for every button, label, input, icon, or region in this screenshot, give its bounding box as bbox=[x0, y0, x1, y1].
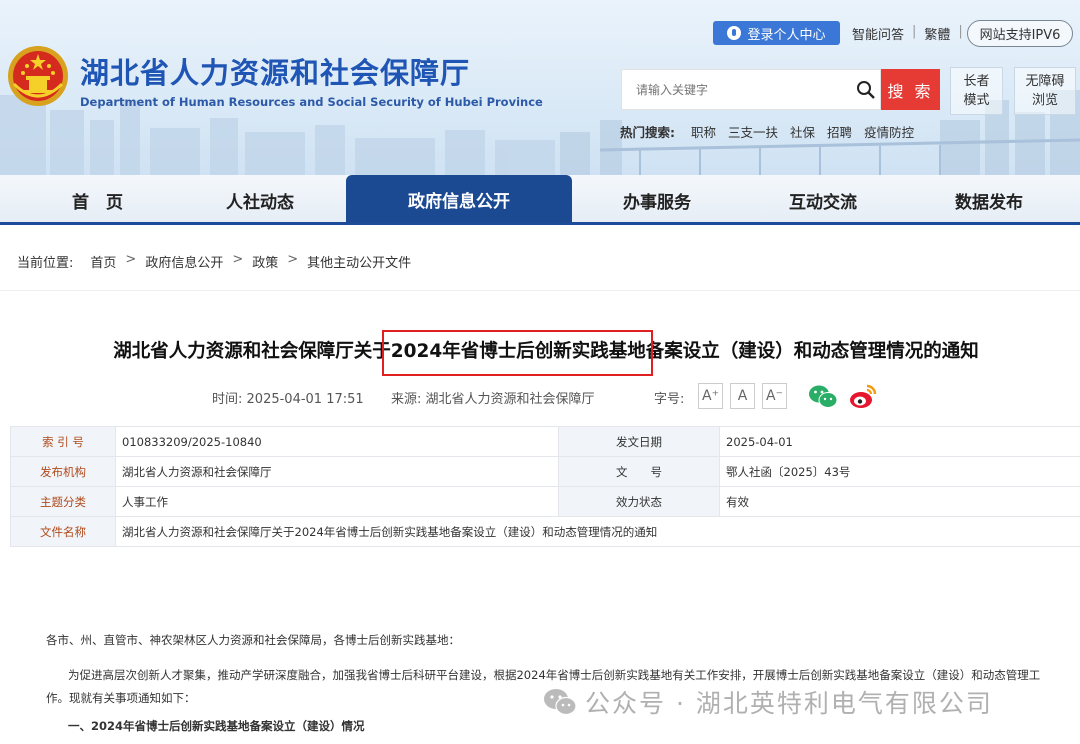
breadcrumb-label: 当前位置: bbox=[17, 256, 74, 271]
index-label: 索 引 号 bbox=[10, 426, 116, 457]
status-value: 有效 bbox=[719, 486, 1080, 517]
font-default-button[interactable]: A bbox=[730, 383, 755, 409]
site-subtitle: Department of Human Resources and Social… bbox=[80, 95, 543, 109]
accessible-line1: 无障碍 bbox=[1025, 74, 1065, 89]
source: 来源: 湖北省人力资源和社会保障厅 bbox=[391, 388, 595, 407]
topic-value: 人事工作 bbox=[115, 486, 559, 517]
nav-gov-info[interactable]: 政府信息公开 bbox=[346, 175, 572, 223]
index-value: 010833209/2025-10840 bbox=[115, 426, 559, 457]
weibo-share-icon[interactable] bbox=[848, 382, 878, 410]
nav-data-release[interactable]: 数据发布 bbox=[934, 175, 1044, 225]
hot-search: 热门搜索: 职称 三支一扶 社保 招聘 疫情防控 bbox=[620, 122, 914, 141]
publish-time: 时间: 2025-04-01 17:51 bbox=[212, 388, 364, 407]
hot-search-label: 热门搜索: bbox=[620, 125, 675, 140]
time-value: 2025-04-01 17:51 bbox=[246, 392, 364, 407]
hot-term[interactable]: 职称 bbox=[691, 122, 716, 141]
nav-services[interactable]: 办事服务 bbox=[602, 175, 712, 225]
search-button[interactable]: 搜 索 bbox=[881, 69, 940, 110]
breadcrumb-policy[interactable]: 政策 bbox=[252, 252, 278, 271]
topic-label: 主题分类 bbox=[10, 486, 116, 517]
source-value: 湖北省人力资源和社会保障厅 bbox=[425, 392, 595, 407]
elder-mode-line2: 模式 bbox=[963, 93, 990, 108]
divider: | bbox=[958, 24, 963, 39]
font-size-label: 字号: bbox=[654, 392, 685, 407]
accessible-browse-button[interactable]: 无障碍 浏览 bbox=[1014, 67, 1076, 115]
chevron-right-icon: > bbox=[287, 252, 299, 267]
salutation: 各市、州、直管市、神农架林区人力资源和社会保障局，各博士后创新实践基地： bbox=[46, 633, 460, 647]
breadcrumb-gov-info[interactable]: 政府信息公开 bbox=[145, 252, 223, 271]
top-links: 智能问答 | 繁體 | bbox=[852, 24, 963, 43]
wechat-share-icon[interactable] bbox=[808, 384, 838, 410]
site-header: 湖北省人力资源和社会保障厅 Department of Human Resour… bbox=[0, 0, 1080, 175]
breadcrumb-home[interactable]: 首页 bbox=[90, 252, 116, 271]
date-label: 发文日期 bbox=[558, 426, 720, 457]
time-label: 时间: bbox=[212, 392, 243, 407]
hot-term[interactable]: 招聘 bbox=[827, 122, 852, 141]
elder-mode-button[interactable]: 长者 模式 bbox=[950, 67, 1003, 115]
ipv6-badge[interactable]: 网站支持IPV6 bbox=[967, 20, 1073, 47]
watermark: 公众号 · 湖北英特利电气有限公司 bbox=[543, 684, 993, 720]
table-row: 发布机构 湖北省人力资源和社会保障厅 文 号 鄂人社函〔2025〕43号 bbox=[10, 456, 1080, 487]
filename-value: 湖北省人力资源和社会保障厅关于2024年省博士后创新实践基地备案设立（建设）和动… bbox=[115, 516, 1080, 547]
hot-term[interactable]: 三支一扶 bbox=[728, 122, 778, 141]
table-row: 索 引 号 010833209/2025-10840 发文日期 2025-04-… bbox=[10, 426, 1080, 457]
traditional-chinese-link[interactable]: 繁體 bbox=[924, 24, 950, 43]
org-label: 发布机构 bbox=[10, 456, 116, 487]
breadcrumb-other-files[interactable]: 其他主动公开文件 bbox=[307, 252, 411, 271]
table-row: 主题分类 人事工作 效力状态 有效 bbox=[10, 486, 1080, 517]
wechat-icon bbox=[544, 689, 577, 716]
font-increase-button[interactable]: A⁺ bbox=[698, 383, 723, 409]
highlight-annotation-box bbox=[382, 330, 653, 376]
watermark-text: 公众号 · 湖北英特利电气有限公司 bbox=[585, 689, 993, 718]
divider bbox=[0, 290, 1080, 291]
date-value: 2025-04-01 bbox=[719, 426, 1080, 457]
nav-home[interactable]: 首 页 bbox=[45, 175, 150, 225]
breadcrumb: 当前位置: 首页 > 政府信息公开 > 政策 > 其他主动公开文件 bbox=[17, 252, 411, 271]
elder-mode-line1: 长者 bbox=[963, 74, 990, 89]
nav-interaction[interactable]: 互动交流 bbox=[768, 175, 878, 225]
table-row: 文件名称 湖北省人力资源和社会保障厅关于2024年省博士后创新实践基地备案设立（… bbox=[10, 516, 1080, 547]
divider: | bbox=[912, 24, 917, 39]
filename-label: 文件名称 bbox=[10, 516, 116, 547]
nav-hr-news[interactable]: 人社动态 bbox=[205, 175, 315, 225]
national-emblem-logo bbox=[8, 46, 68, 106]
docno-value: 鄂人社函〔2025〕43号 bbox=[719, 456, 1080, 487]
login-label: 登录个人中心 bbox=[747, 27, 826, 43]
chevron-right-icon: > bbox=[232, 252, 244, 267]
accessible-line2: 浏览 bbox=[1031, 93, 1058, 108]
font-decrease-button[interactable]: A⁻ bbox=[762, 383, 787, 409]
search-icon[interactable] bbox=[856, 80, 876, 100]
smart-qa-link[interactable]: 智能问答 bbox=[852, 24, 904, 43]
section-heading: 一、2024年省博士后创新实践基地备案设立（建设）情况 bbox=[68, 719, 365, 733]
hot-term[interactable]: 疫情防控 bbox=[864, 122, 914, 141]
status-label: 效力状态 bbox=[558, 486, 720, 517]
search-input[interactable] bbox=[636, 80, 836, 100]
docno-label: 文 号 bbox=[558, 456, 720, 487]
main-nav: 首 页 人社动态 政府信息公开 办事服务 互动交流 数据发布 bbox=[0, 175, 1080, 225]
site-title: 湖北省人力资源和社会保障厅 bbox=[80, 56, 471, 90]
chevron-right-icon: > bbox=[125, 252, 137, 267]
org-value: 湖北省人力资源和社会保障厅 bbox=[115, 456, 559, 487]
user-icon bbox=[727, 26, 742, 40]
hot-term[interactable]: 社保 bbox=[790, 122, 815, 141]
login-personal-center-button[interactable]: 登录个人中心 bbox=[713, 21, 840, 45]
source-label: 来源: bbox=[391, 392, 422, 407]
document-info-table: 索 引 号 010833209/2025-10840 发文日期 2025-04-… bbox=[10, 426, 1080, 547]
